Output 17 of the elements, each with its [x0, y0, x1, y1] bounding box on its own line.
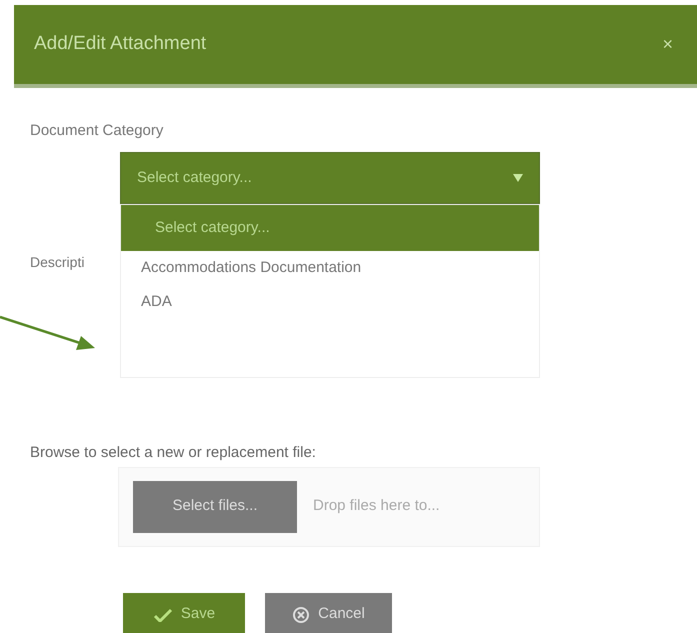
close-button[interactable]: ×	[658, 31, 677, 58]
field-label: Document Category	[30, 121, 164, 141]
upload-dropzone[interactable]: Select files... Drop files here to...	[118, 466, 540, 546]
save-button[interactable]: Save	[123, 592, 245, 633]
caret-icon	[513, 174, 523, 182]
drop-hint: Drop files here to...	[313, 496, 440, 516]
dropdown-option[interactable]: Accommodations Documentation	[121, 251, 539, 285]
select-files-button[interactable]: Select files...	[133, 480, 297, 532]
category-select[interactable]: Select category...	[120, 152, 540, 204]
dropdown-option[interactable]: ADA	[121, 285, 539, 319]
field-label: Descripti	[30, 253, 84, 272]
dialog-title: Add/Edit Attachment	[34, 32, 206, 56]
dropdown-option[interactable]: Select category...	[121, 205, 539, 251]
cancel-icon	[292, 606, 310, 624]
check-icon	[152, 608, 173, 622]
cancel-button[interactable]: Cancel	[265, 592, 392, 633]
field-label: Browse to select a new or replacement file:	[30, 443, 317, 463]
